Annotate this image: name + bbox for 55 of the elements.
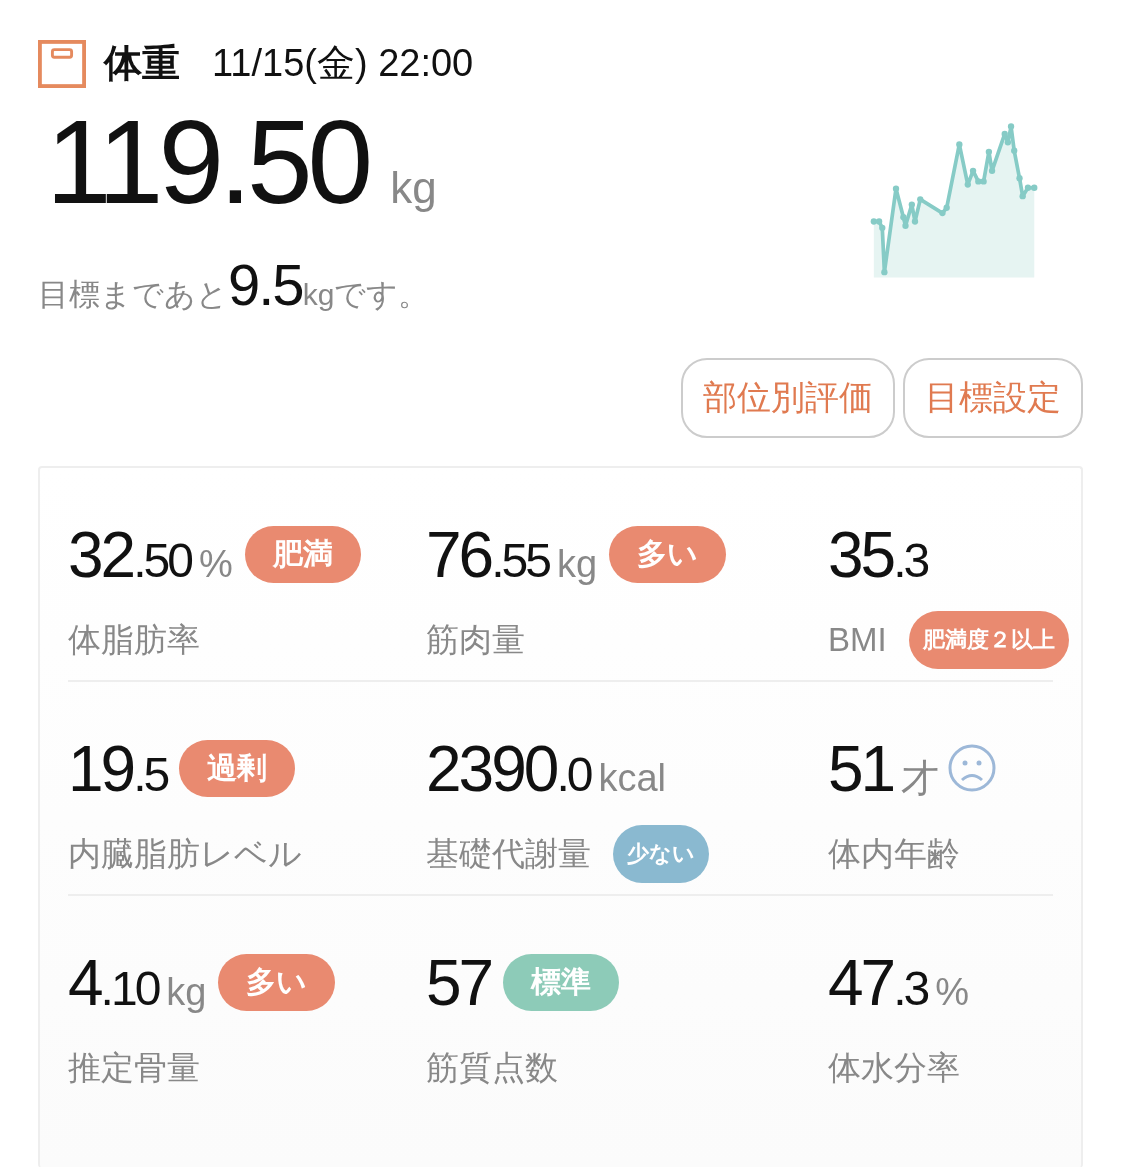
metric-unit: 才 bbox=[901, 756, 940, 801]
metric-value: 57 bbox=[426, 946, 492, 1020]
metric-label: 筋質点数 bbox=[426, 1047, 558, 1088]
metric-label: BMI bbox=[828, 621, 887, 659]
metric-value: 4.10 bbox=[68, 946, 159, 1020]
data-point bbox=[988, 167, 996, 174]
action-button[interactable]: 部位別評価 bbox=[681, 358, 895, 438]
data-point bbox=[881, 269, 888, 276]
data-point bbox=[956, 141, 963, 148]
data-point bbox=[969, 167, 977, 174]
metric-unit: % bbox=[935, 971, 969, 1014]
metric-value: 19.5 bbox=[68, 732, 168, 806]
data-point bbox=[908, 201, 915, 208]
status-badge: 多い bbox=[609, 525, 727, 583]
scale-icon bbox=[38, 39, 86, 88]
metric-label: 体内年齢 bbox=[828, 833, 960, 874]
metric-value: 47.3 bbox=[828, 946, 928, 1020]
goal-value: 9.5 bbox=[228, 251, 303, 318]
data-point bbox=[964, 181, 971, 188]
measurement-datetime: 11/15(金) 22:00 bbox=[212, 41, 474, 86]
metric-value: 2390.0 bbox=[426, 732, 591, 806]
status-badge: 多い bbox=[218, 953, 336, 1011]
metric-unit: kg bbox=[556, 543, 598, 586]
metric-label: 筋肉量 bbox=[426, 619, 525, 660]
metric-value: 51 bbox=[828, 732, 894, 806]
data-point bbox=[917, 196, 924, 203]
action-button[interactable]: 目標設定 bbox=[903, 358, 1083, 438]
metric-unit: % bbox=[198, 543, 233, 586]
data-point bbox=[892, 185, 900, 192]
metric-unit: kcal bbox=[598, 757, 666, 800]
metric-value: 32.50 bbox=[68, 518, 191, 592]
weight-unit: kg bbox=[390, 163, 437, 213]
data-point bbox=[1019, 193, 1026, 200]
metric-label: 体脂肪率 bbox=[68, 619, 200, 660]
page-title: 体重 bbox=[104, 41, 180, 86]
data-point bbox=[911, 218, 919, 225]
weight-value: 119.50 bbox=[46, 103, 369, 221]
goal-text: です。 bbox=[334, 276, 430, 314]
status-badge: 肥満 bbox=[244, 525, 361, 583]
status-badge: 肥満度２以上 bbox=[908, 611, 1069, 669]
status-badge: 過剰 bbox=[179, 739, 296, 797]
status-badge: 標準 bbox=[503, 953, 620, 1011]
metric-label: 基礎代謝量 bbox=[426, 833, 591, 874]
status-badge: 少ない bbox=[613, 825, 709, 883]
metric-label: 内臓脂肪レベル bbox=[68, 833, 302, 874]
sad-face-icon bbox=[947, 743, 998, 793]
metric-unit: kg bbox=[166, 971, 207, 1014]
metric-value: 76.55 bbox=[426, 518, 549, 592]
goal-unit: kg bbox=[302, 278, 335, 312]
metric-label: 体水分率 bbox=[828, 1047, 960, 1088]
data-point bbox=[1016, 175, 1023, 182]
metric-label: 推定骨量 bbox=[68, 1047, 200, 1088]
metric-value: 35.3 bbox=[828, 518, 928, 592]
data-point bbox=[985, 148, 993, 155]
goal-text: 目標まであと bbox=[38, 276, 228, 314]
